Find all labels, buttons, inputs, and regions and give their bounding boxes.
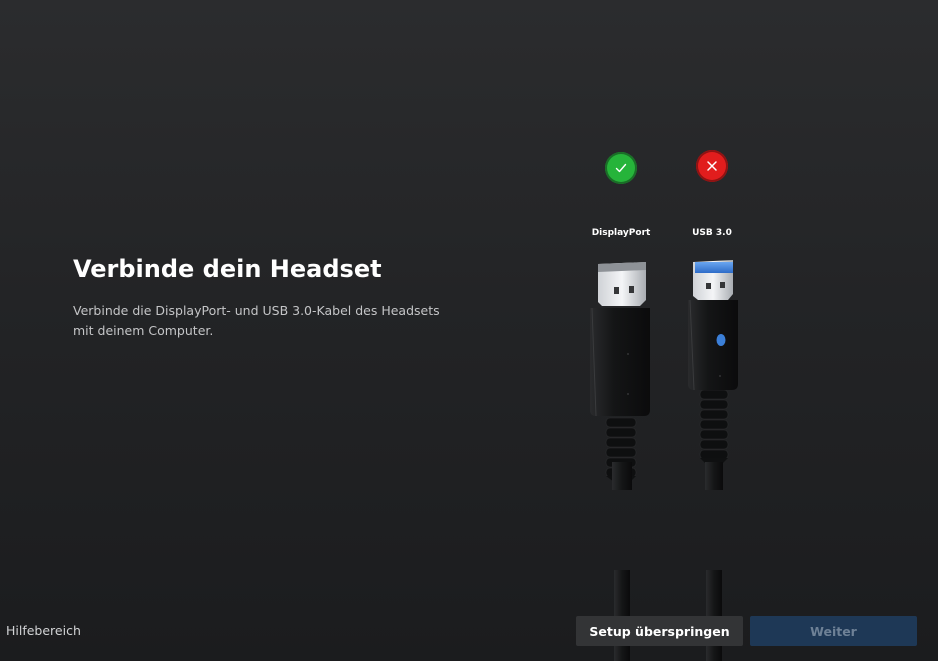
usb-status-badge — [696, 150, 728, 182]
displayport-connector — [590, 262, 650, 661]
cable-illustration: DisplayPort USB 3.0 — [570, 140, 770, 661]
next-button[interactable]: Weiter — [750, 616, 917, 646]
check-icon — [615, 163, 627, 173]
page-description: Verbinde die DisplayPort- und USB 3.0-Ka… — [73, 303, 440, 338]
close-icon — [707, 161, 717, 171]
displayport-status-badge — [605, 152, 637, 184]
page-title: Verbinde dein Headset — [73, 255, 382, 283]
intro-section: Verbinde dein Headset Verbinde die Displ… — [73, 253, 453, 341]
usb-connector — [688, 260, 738, 661]
skip-setup-button[interactable]: Setup überspringen — [576, 616, 743, 646]
cables-graphic — [590, 260, 738, 661]
displayport-label: DisplayPort — [591, 228, 651, 238]
usb-label: USB 3.0 — [692, 228, 732, 238]
help-center-link[interactable]: Hilfebereich — [6, 623, 81, 638]
